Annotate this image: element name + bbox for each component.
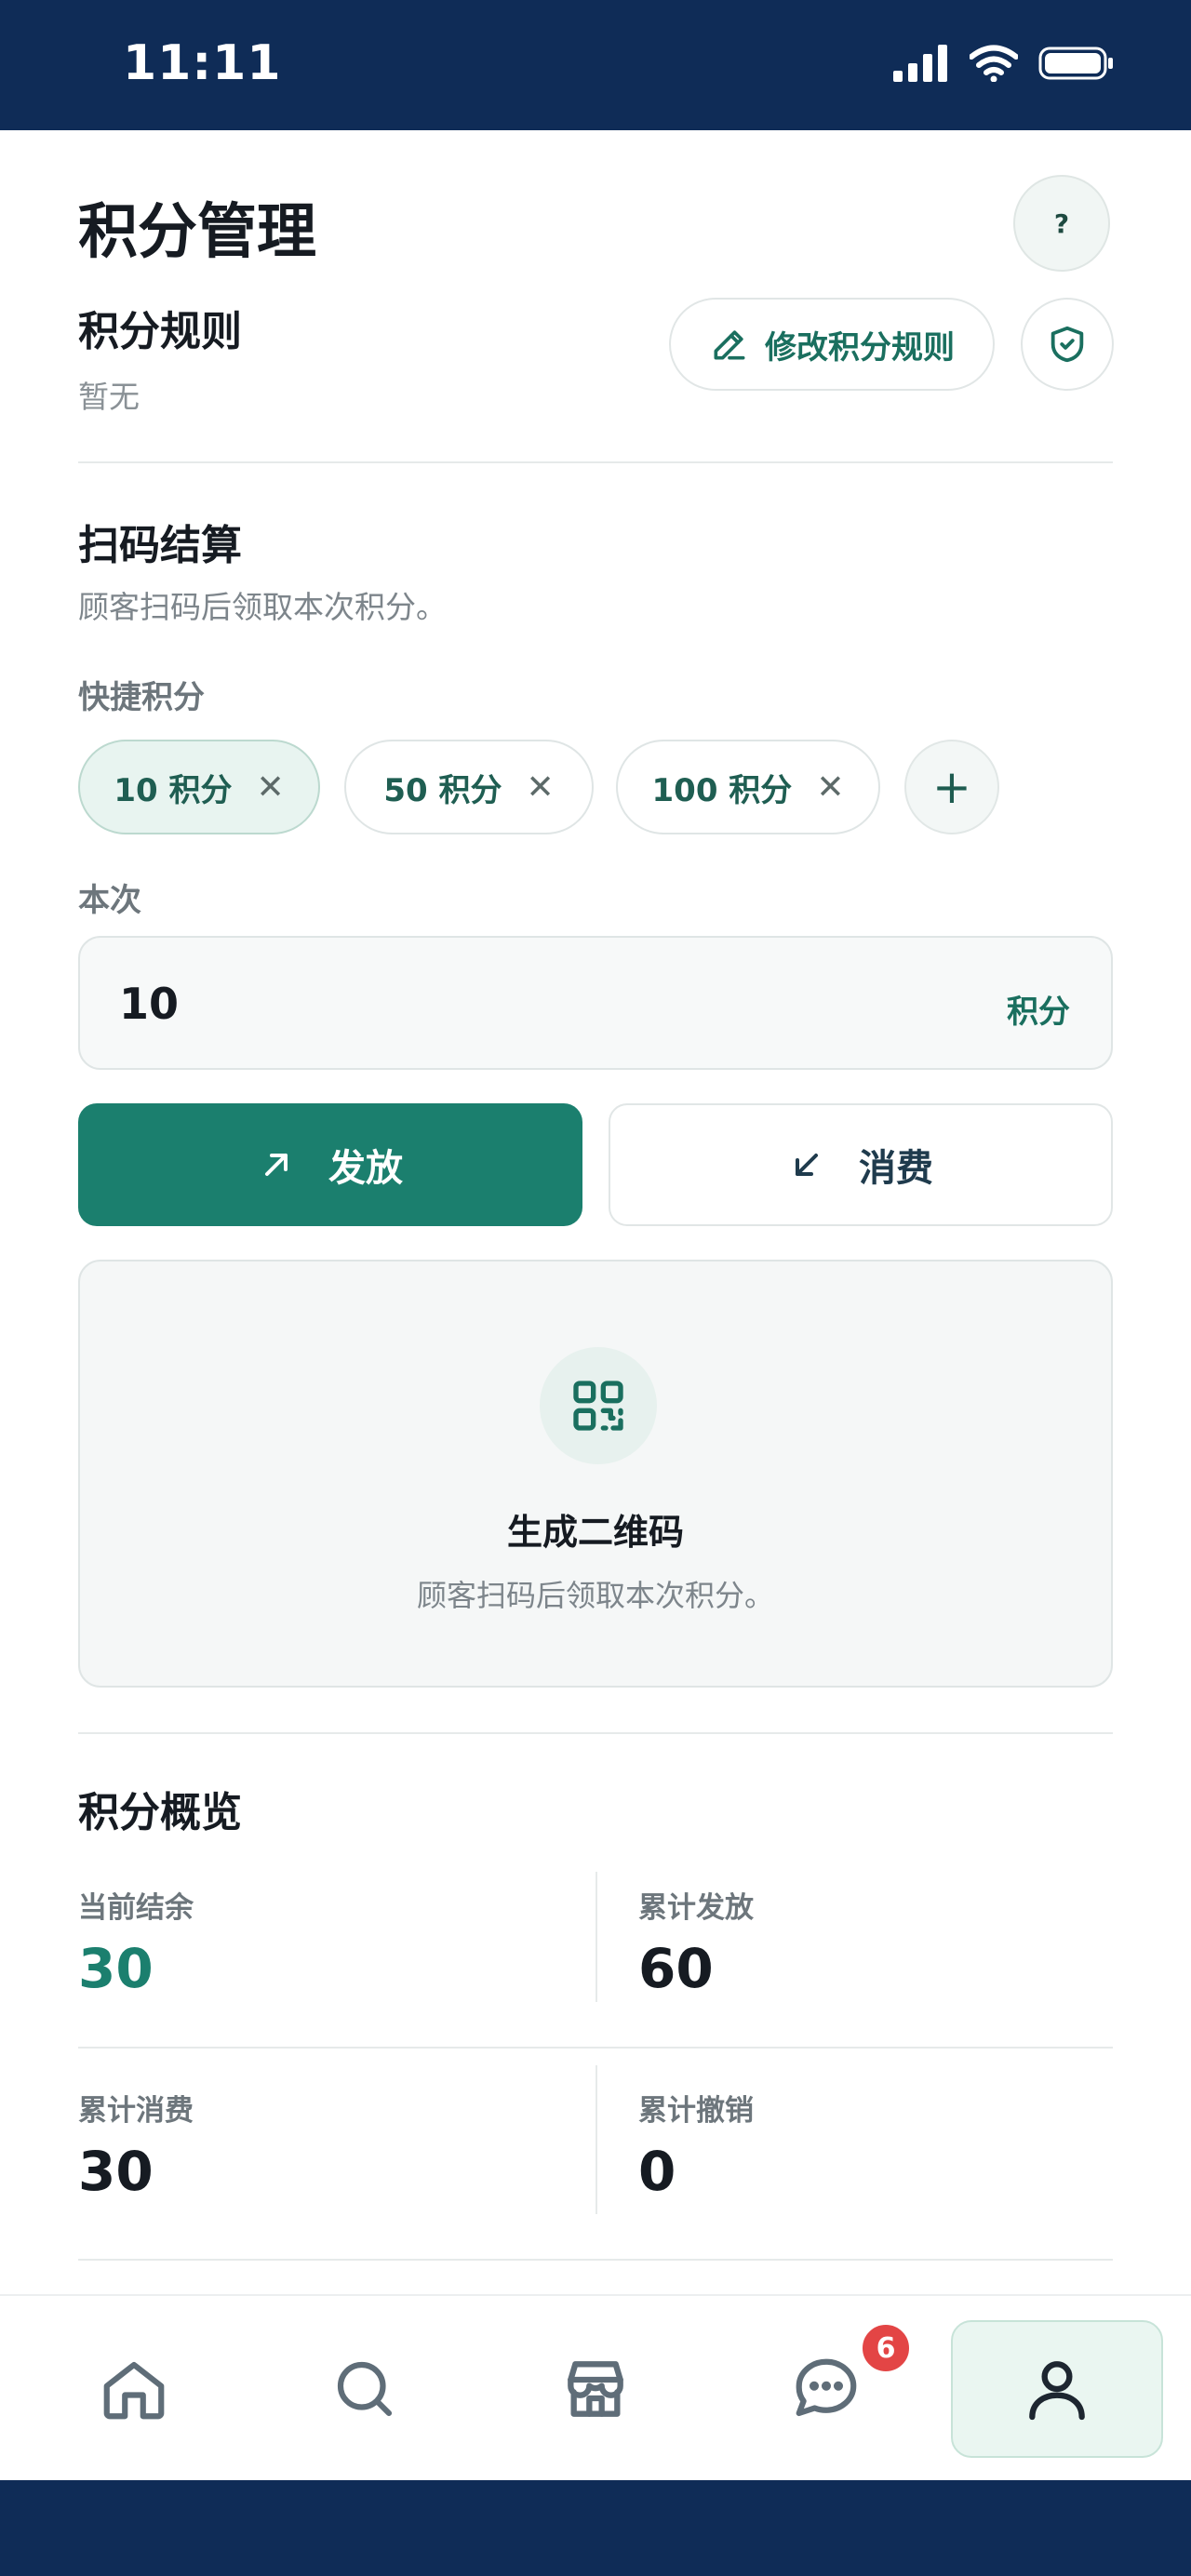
rules-value: 暂无 (78, 379, 140, 415)
nav-search[interactable] (300, 2324, 430, 2454)
search-icon (337, 2361, 393, 2417)
wifi-icon (970, 45, 1018, 82)
home-icon (103, 2361, 165, 2420)
rules-title: 积分规则 (78, 308, 242, 355)
shield-button[interactable] (1021, 298, 1114, 391)
status-time: 11:11 (123, 35, 282, 91)
chip-10-points[interactable]: 10 积分 ✕ (78, 740, 320, 834)
pencil-icon (714, 330, 745, 360)
home-indicator-bar (0, 2480, 1191, 2576)
consume-label: 消费 (859, 1147, 933, 1190)
arrow-up-right-icon (265, 1154, 288, 1176)
battery-icon (1038, 47, 1113, 80)
add-chip-button[interactable]: + (904, 740, 999, 834)
qr-title: 生成二维码 (506, 1512, 684, 1553)
amount-input[interactable]: 10 积分 (78, 936, 1113, 1070)
stat-label: 累计撤销 (638, 2094, 754, 2128)
divider (78, 1732, 1113, 1734)
stat-label: 累计消费 (78, 2094, 194, 2128)
quick-points-label: 快捷积分 (78, 679, 205, 716)
stat-total-consumed: 累计消费 30 (78, 2087, 581, 2203)
scan-title: 扫码结算 (78, 522, 242, 569)
qr-code-icon-wrapper (540, 1347, 657, 1464)
stat-value: 0 (638, 2140, 676, 2203)
shield-check-icon (1050, 326, 1084, 363)
amount-value: 10 (119, 979, 180, 1029)
page-title: 积分管理 (78, 198, 316, 267)
stat-label: 累计发放 (638, 1891, 754, 1925)
stat-total-issued: 累计发放 60 (638, 1884, 1141, 2000)
messages-badge: 6 (860, 2322, 912, 2374)
close-icon[interactable]: ✕ (256, 768, 284, 807)
user-icon (1029, 2361, 1085, 2421)
overview-title: 积分概览 (78, 1789, 242, 1836)
plus-icon: + (932, 760, 971, 814)
edit-rules-label: 修改积分规则 (765, 328, 955, 367)
store-icon (568, 2361, 623, 2417)
chip-label: 100 积分 (651, 771, 793, 809)
issue-label: 发放 (328, 1147, 403, 1190)
chat-bubble-icon (796, 2358, 857, 2417)
amount-label: 本次 (78, 882, 141, 919)
chip-50-points[interactable]: 50 积分 ✕ (344, 740, 594, 834)
amount-unit: 积分 (1007, 994, 1070, 1031)
stat-value: 30 (78, 1937, 154, 2000)
nav-profile[interactable] (951, 2320, 1163, 2458)
chip-label: 50 积分 (383, 771, 502, 809)
chip-label: 10 积分 (114, 771, 233, 809)
chip-100-points[interactable]: 100 积分 ✕ (616, 740, 880, 834)
help-button[interactable]: ? (1013, 175, 1110, 272)
divider (78, 461, 1113, 463)
qr-code-icon (573, 1381, 623, 1431)
nav-store[interactable] (530, 2324, 661, 2454)
issue-button[interactable]: 发放 (78, 1103, 582, 1226)
qr-description: 顾客扫码后领取本次积分。 (416, 1578, 774, 1613)
generate-qr-card[interactable]: 生成二维码 顾客扫码后领取本次积分。 (78, 1260, 1113, 1688)
scan-description: 顾客扫码后领取本次积分。 (78, 589, 447, 625)
close-icon[interactable]: ✕ (526, 768, 554, 807)
close-icon[interactable]: ✕ (816, 768, 844, 807)
divider (78, 2259, 1113, 2261)
divider (78, 2047, 1113, 2049)
stat-value: 60 (638, 1937, 714, 2000)
stat-value: 30 (78, 2140, 154, 2203)
consume-button[interactable]: 消费 (609, 1103, 1113, 1226)
arrow-down-left-icon (796, 1154, 818, 1176)
divider (596, 2065, 597, 2214)
nav-home[interactable] (69, 2324, 199, 2454)
bottom-nav: 6 (0, 2294, 1191, 2480)
signal-icon (893, 45, 947, 82)
stat-current-balance: 当前结余 30 (78, 1884, 581, 2000)
divider (596, 1872, 597, 2002)
stat-label: 当前结余 (78, 1891, 194, 1925)
status-icons (893, 45, 1115, 82)
status-bar: 11:11 (0, 0, 1191, 130)
edit-rules-button[interactable]: 修改积分规则 (669, 298, 995, 391)
help-label: ? (1053, 207, 1070, 239)
stat-total-revoked: 累计撤销 0 (638, 2087, 1141, 2203)
